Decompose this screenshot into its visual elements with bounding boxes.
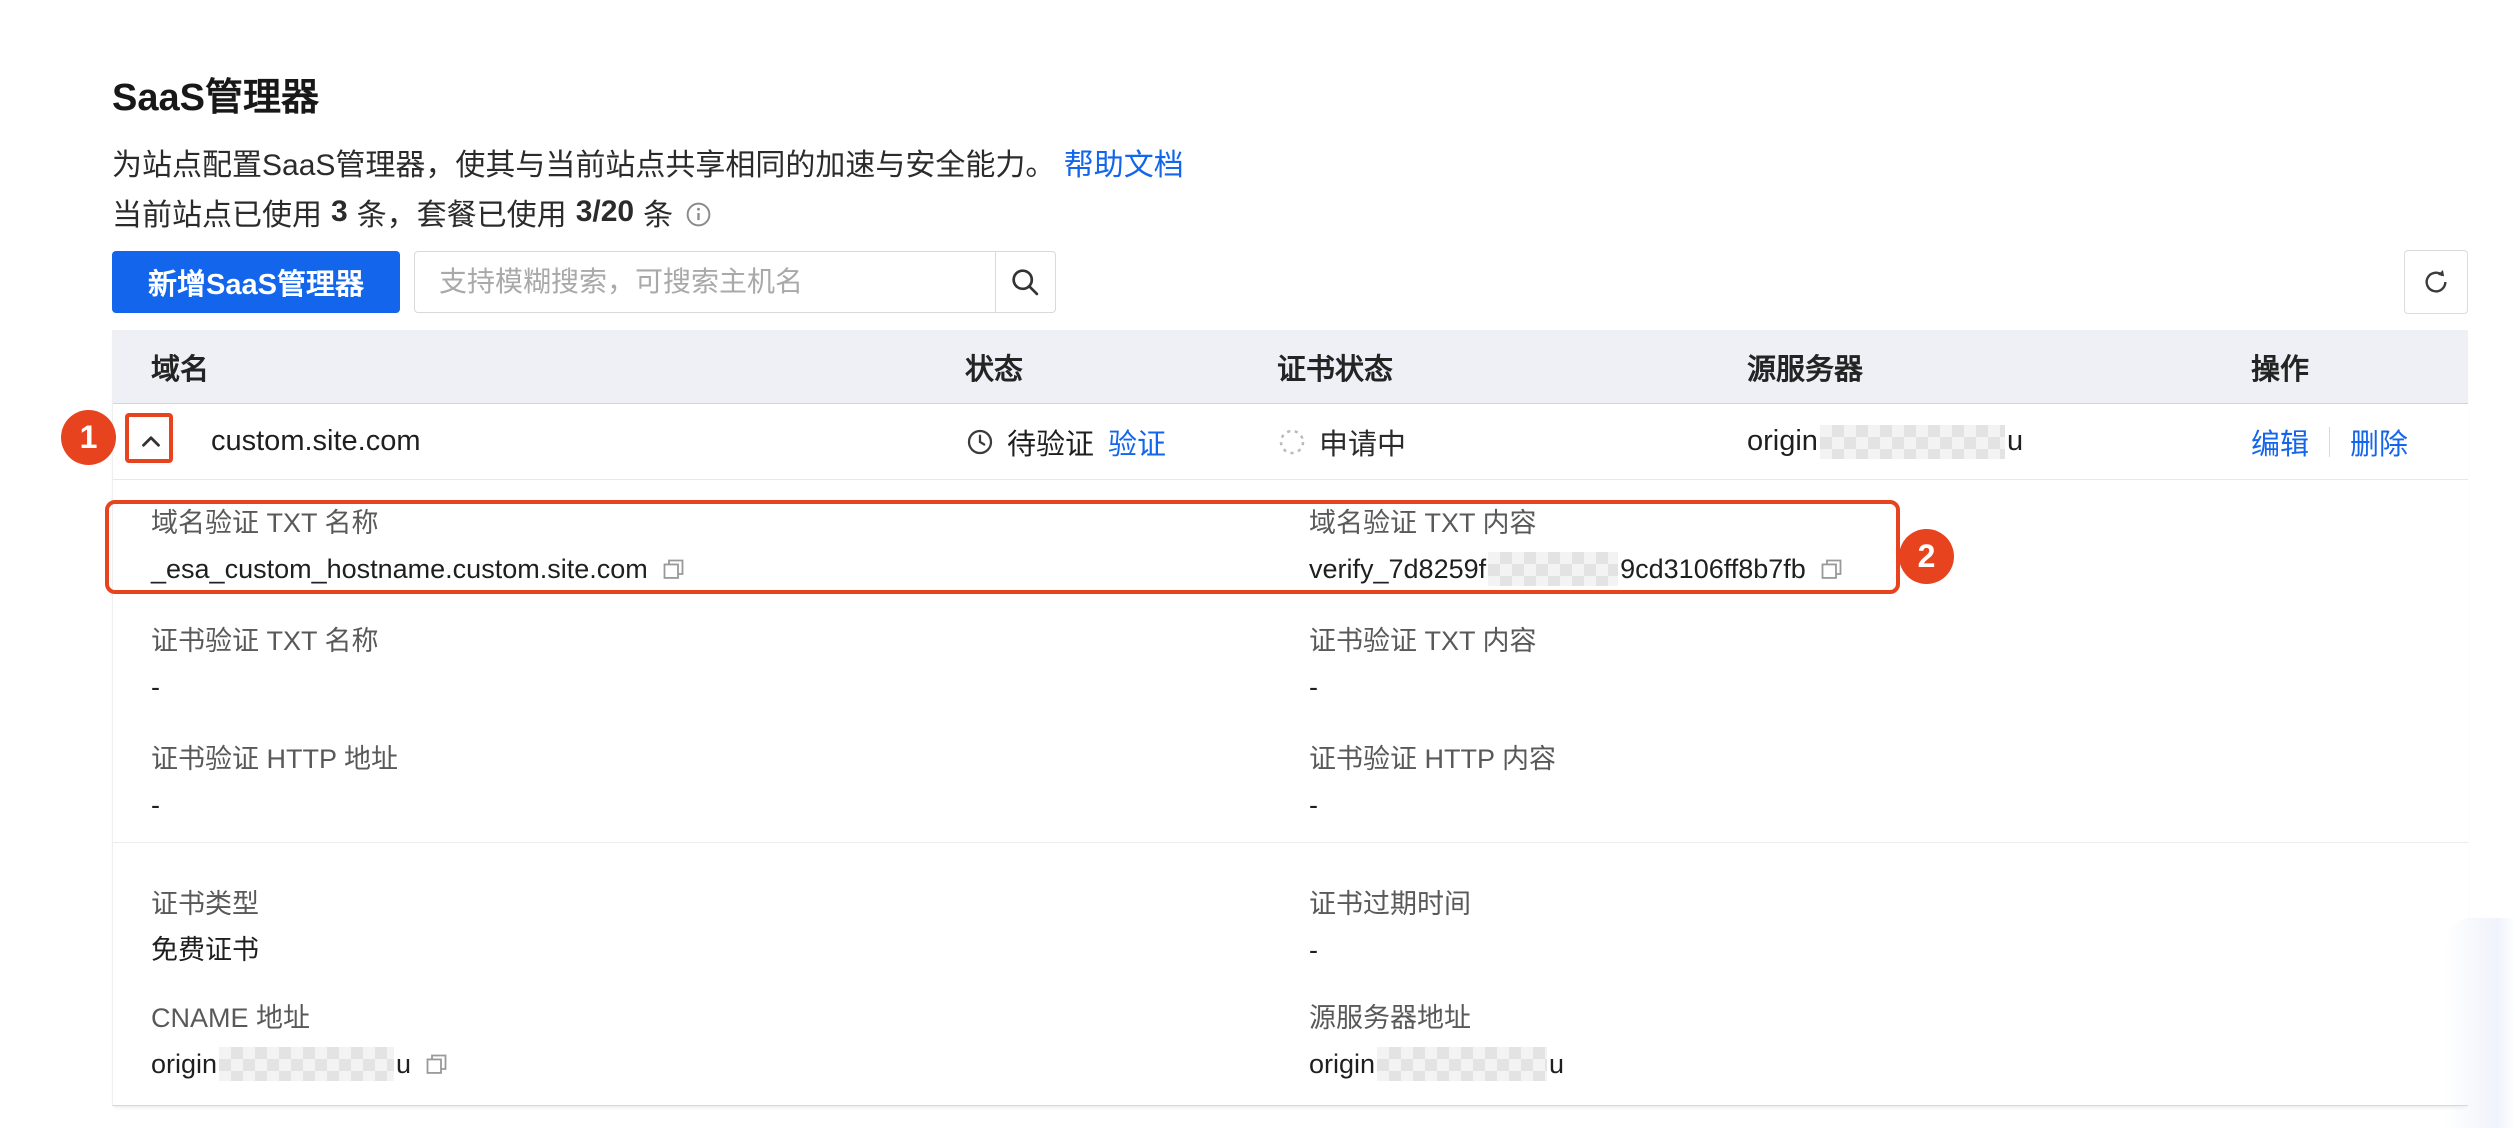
field-value: _esa_custom_hostname.custom.site.com [151, 552, 1301, 586]
detail-row-cert-txt: 证书验证 TXT 名称 - 证书验证 TXT 内容 - [113, 624, 2468, 704]
copy-icon[interactable] [423, 1051, 450, 1078]
field-value: - [151, 788, 1301, 822]
detail-row-domain-txt: 域名验证 TXT 名称 _esa_custom_hostname.custom.… [113, 506, 2468, 586]
search-box [414, 251, 1056, 313]
field-label: 源服务器地址 [1309, 1001, 2468, 1035]
copy-icon[interactable] [1818, 556, 1845, 583]
field-label: 域名验证 TXT 内容 [1309, 506, 2468, 540]
origin-suffix: u [2007, 425, 2023, 458]
detail-row-cert-type: 证书类型 免费证书 证书过期时间 - [113, 887, 2468, 967]
status-cell: 待验证 验证 [939, 404, 1251, 479]
redacted-text [1820, 425, 2005, 459]
refresh-icon [2420, 266, 2452, 298]
usage-middle: 条，套餐已使用 [357, 190, 567, 234]
field-value: origin u [151, 1047, 1301, 1081]
search-icon [1008, 265, 1042, 299]
field-value: - [1309, 670, 2468, 704]
page-description: 为站点配置SaaS管理器，使其与当前站点共享相同的加速与安全能力。 帮助文档 [112, 140, 1184, 184]
row-detail-panel: 域名验证 TXT 名称 _esa_custom_hostname.custom.… [113, 480, 2468, 1105]
field-domain-txt-value: 域名验证 TXT 内容 verify_7d8259f 9cd3106ff8b7f… [1301, 506, 2468, 586]
field-cert-http-path: 证书验证 HTTP 地址 - [113, 742, 1301, 822]
field-label: 证书类型 [151, 887, 1301, 921]
field-value: - [1309, 933, 2468, 967]
field-label: 证书验证 HTTP 内容 [1309, 742, 2468, 776]
annotation-step-1: 1 [61, 410, 116, 465]
detail-divider [113, 842, 2468, 843]
edit-link[interactable]: 编辑 [2251, 421, 2309, 463]
usage-summary: 当前站点已使用 3 条，套餐已使用 3/20 条 [112, 190, 713, 234]
saas-manager-page: SaaS管理器 为站点配置SaaS管理器，使其与当前站点共享相同的加速与安全能力… [0, 0, 2515, 1128]
verify-link[interactable]: 验证 [1108, 421, 1166, 463]
clock-icon [965, 427, 995, 457]
spinner-icon [1277, 427, 1307, 457]
field-cname: CNAME 地址 origin u [113, 1001, 1301, 1081]
field-label: 证书过期时间 [1309, 887, 2468, 921]
field-origin-address: 源服务器地址 origin u [1301, 1001, 2468, 1081]
site-used-count: 3 [331, 195, 348, 229]
redacted-text [219, 1047, 394, 1081]
chevron-up-icon [136, 427, 166, 457]
usage-prefix: 当前站点已使用 [112, 190, 322, 234]
field-value: - [151, 670, 1301, 704]
field-cert-txt-name: 证书验证 TXT 名称 - [113, 624, 1301, 704]
info-icon[interactable] [684, 200, 713, 229]
redacted-text [1488, 552, 1618, 586]
col-header-domain: 域名 [113, 330, 939, 403]
detail-row-addresses: CNAME 地址 origin u 源服务器地址 origin [113, 1001, 2468, 1081]
cert-status-text: 申请中 [1319, 421, 1406, 463]
cert-status-cell: 申请中 [1251, 404, 1721, 479]
actions-cell: 编辑 删除 [2225, 404, 2469, 479]
field-label: 证书验证 TXT 内容 [1309, 624, 2468, 658]
search-button[interactable] [995, 252, 1055, 312]
add-saas-manager-button[interactable]: 新增SaaS管理器 [112, 251, 400, 313]
table-header: 域名 状态 证书状态 源服务器 操作 [113, 330, 2468, 404]
field-domain-txt-name: 域名验证 TXT 名称 _esa_custom_hostname.custom.… [113, 506, 1301, 586]
detail-row-cert-http: 证书验证 HTTP 地址 - 证书验证 HTTP 内容 - [113, 742, 2468, 822]
field-cert-txt-value: 证书验证 TXT 内容 - [1301, 624, 2468, 704]
field-value: 免费证书 [151, 933, 1301, 967]
toolbar: 新增SaaS管理器 [112, 250, 2468, 314]
col-header-status: 状态 [939, 330, 1251, 403]
status-text: 待验证 [1007, 421, 1094, 463]
field-label: 域名验证 TXT 名称 [151, 506, 1301, 540]
field-value: origin u [1309, 1047, 2468, 1081]
description-text: 为站点配置SaaS管理器，使其与当前站点共享相同的加速与安全能力。 [112, 149, 1055, 182]
action-divider [2329, 427, 2330, 457]
field-label: CNAME 地址 [151, 1001, 1301, 1035]
collapse-row-button[interactable] [127, 418, 175, 466]
field-label: 证书验证 HTTP 地址 [151, 742, 1301, 776]
page-title: SaaS管理器 [112, 66, 319, 121]
search-input[interactable] [415, 252, 995, 312]
redacted-text [1377, 1047, 1547, 1081]
usage-suffix: 条 [643, 190, 673, 234]
annotation-step-2: 2 [1899, 529, 1954, 584]
origin-cell: origin u [1721, 404, 2225, 479]
col-header-origin: 源服务器 [1721, 330, 2225, 403]
field-cert-type: 证书类型 免费证书 [113, 887, 1301, 967]
col-header-actions: 操作 [2225, 330, 2469, 403]
refresh-button[interactable] [2404, 250, 2468, 314]
plan-used-count: 3/20 [576, 195, 634, 229]
field-label: 证书验证 TXT 名称 [151, 624, 1301, 658]
help-doc-link[interactable]: 帮助文档 [1064, 149, 1184, 182]
floating-widget-edge [2445, 918, 2515, 1128]
field-cert-http-value: 证书验证 HTTP 内容 - [1301, 742, 2468, 822]
field-value: verify_7d8259f 9cd3106ff8b7fb [1309, 552, 2468, 586]
domain-name: custom.site.com [211, 425, 421, 458]
table-row: custom.site.com 待验证 验证 申请中 origin u [113, 404, 2468, 480]
field-value: - [1309, 788, 2468, 822]
col-header-cert-status: 证书状态 [1251, 330, 1721, 403]
delete-link[interactable]: 删除 [2350, 421, 2408, 463]
field-cert-expire: 证书过期时间 - [1301, 887, 2468, 967]
copy-icon[interactable] [660, 556, 687, 583]
domain-cell: custom.site.com [113, 404, 939, 479]
saas-table: 域名 状态 证书状态 源服务器 操作 custom.site.com 待验证 [112, 330, 2468, 1106]
origin-prefix: origin [1747, 425, 1818, 458]
